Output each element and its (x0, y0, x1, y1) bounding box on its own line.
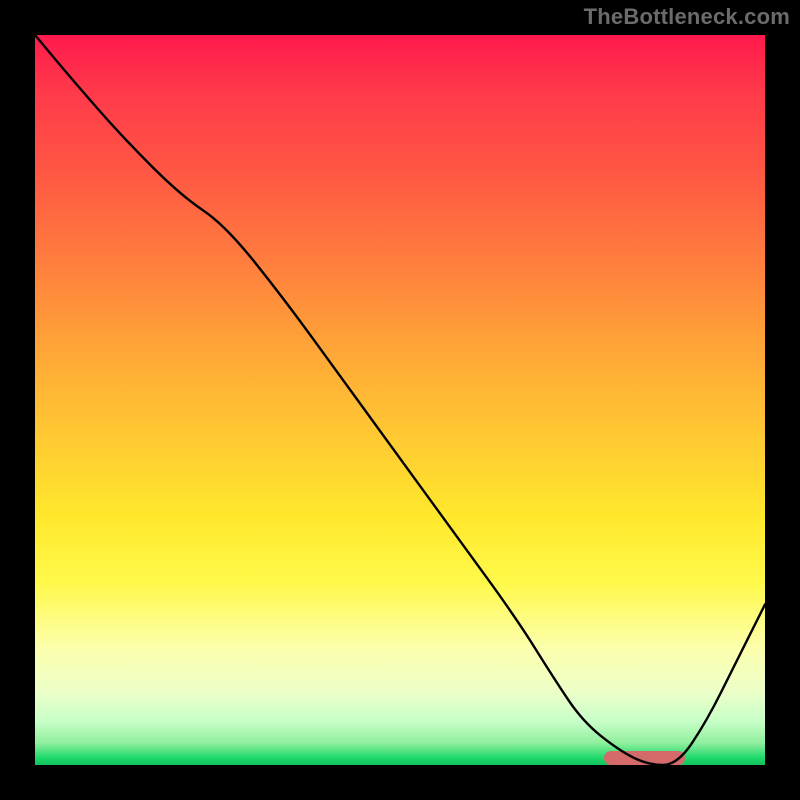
plot-area (35, 35, 765, 765)
watermark-text: TheBottleneck.com (584, 4, 790, 30)
bottleneck-curve (35, 35, 765, 765)
chart-frame: TheBottleneck.com (0, 0, 800, 800)
optimal-range-marker (604, 751, 684, 765)
